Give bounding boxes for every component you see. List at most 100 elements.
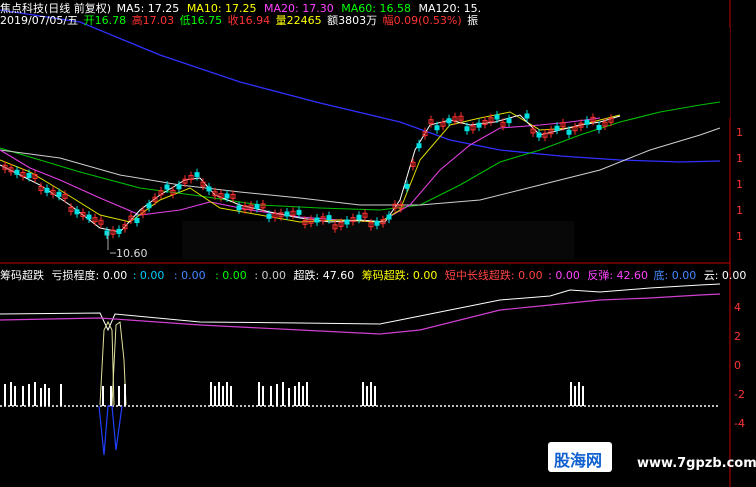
histogram-bar xyxy=(4,384,6,406)
histogram-bar xyxy=(302,386,304,406)
histogram-bar xyxy=(230,386,232,406)
histogram-bar xyxy=(282,382,284,406)
candle xyxy=(296,209,302,215)
candle xyxy=(14,169,20,175)
candle xyxy=(326,215,332,221)
candle xyxy=(386,214,392,220)
candle xyxy=(446,118,452,124)
axis-label: 4 xyxy=(734,301,741,314)
candle xyxy=(524,113,530,119)
quote-low: 低16.75 xyxy=(179,14,223,27)
watermark-url: www.7gpzb.com xyxy=(637,456,756,471)
candle xyxy=(176,184,182,190)
candle xyxy=(374,220,380,226)
sub-magenta-line xyxy=(0,293,721,335)
indicator-di: 底: 0.00 xyxy=(653,269,697,282)
histogram-bar xyxy=(48,388,50,406)
histogram-bar xyxy=(574,386,576,406)
histogram-bar xyxy=(362,382,364,406)
histogram-bar xyxy=(294,386,296,406)
indicator-yun: 云: 0.00 xyxy=(703,269,747,282)
quote-close: 收16.94 xyxy=(227,14,271,27)
histogram-bar xyxy=(40,388,42,406)
sub-axis-labels: 4 2 0 -2 -4 xyxy=(734,293,745,438)
axis-label: 2 xyxy=(734,330,741,343)
histogram-bar xyxy=(298,382,300,406)
ma5-line xyxy=(0,114,621,233)
quote-amount: 额3803万 xyxy=(327,14,378,27)
histogram-bar xyxy=(10,382,12,406)
candle xyxy=(404,183,410,189)
histogram-bar xyxy=(28,384,30,406)
axis-label: 1 xyxy=(736,126,743,139)
histogram-bar xyxy=(34,382,36,406)
indicator-v2: : 0.00 xyxy=(173,269,206,282)
quote-change: 幅0.09(0.53%) xyxy=(382,14,462,27)
candle xyxy=(536,132,542,138)
candle xyxy=(56,191,62,197)
low-price-label: 10.60 xyxy=(116,247,148,260)
main-axis-labels: 1 1 1 1 1 xyxy=(736,120,743,250)
indicator-dzcx: 短中长线超跌: 0.00 xyxy=(444,269,543,282)
candle xyxy=(236,205,242,211)
candle xyxy=(44,187,50,193)
candle xyxy=(74,209,80,215)
quote-date: 2019/07/05/五 xyxy=(0,14,79,27)
axis-label: 1 xyxy=(736,204,743,217)
candle xyxy=(356,214,362,220)
mask-bottom xyxy=(182,221,574,259)
candle xyxy=(344,219,350,225)
histogram-bar xyxy=(44,384,46,406)
candle xyxy=(284,211,290,217)
histogram-bar xyxy=(14,386,16,406)
histogram-bar xyxy=(370,382,372,406)
candle xyxy=(134,218,140,223)
candle xyxy=(494,114,500,120)
histogram-bar xyxy=(258,382,260,406)
indicator-fantan: 反弹: 42.60 xyxy=(587,269,649,282)
candle xyxy=(26,173,32,178)
histogram-bar xyxy=(270,386,272,406)
header-line-2: 2019/07/05/五 开16.78 高17.03 低16.75 收16.94… xyxy=(0,12,478,28)
mask-top-right xyxy=(428,28,730,118)
histogram-bars xyxy=(4,382,584,406)
axis-label: -4 xyxy=(734,417,745,430)
histogram-bar xyxy=(102,386,104,406)
indicator-v4: : 0.00 xyxy=(254,269,287,282)
indicator-name: 筹码超跌 xyxy=(0,269,44,282)
axis-label: 1 xyxy=(736,230,743,243)
histogram-bar xyxy=(210,382,212,406)
candle xyxy=(266,213,272,219)
candle xyxy=(596,124,602,130)
axis-label: 0 xyxy=(734,359,741,372)
histogram-bar xyxy=(218,382,220,406)
histogram-bar xyxy=(578,382,580,406)
watermark-logo-text: 股海网 xyxy=(554,451,603,470)
candle xyxy=(416,143,422,149)
histogram-bar xyxy=(262,386,264,406)
histogram-bar xyxy=(222,386,224,406)
candle xyxy=(554,125,560,131)
candle xyxy=(86,214,92,220)
candle xyxy=(584,119,590,125)
histogram-bar xyxy=(22,386,24,406)
indicator-loss: 亏损程度: 0.00 xyxy=(51,269,128,282)
histogram-bar xyxy=(118,386,120,406)
quote-high: 高17.03 xyxy=(131,14,175,27)
candle xyxy=(116,228,122,234)
axis-label: -2 xyxy=(734,388,745,401)
watermark-logo: 股海网 xyxy=(548,442,612,472)
indicator-v5: : 0.00 xyxy=(548,269,580,282)
candle xyxy=(464,126,470,132)
indicator-v1: : 0.00 xyxy=(132,269,165,282)
quote-volume: 量22465 xyxy=(275,14,322,27)
histogram-bar xyxy=(276,384,278,406)
ma-white-long xyxy=(0,127,721,206)
candle xyxy=(506,118,512,124)
histogram-bar xyxy=(226,382,228,406)
quote-open: 开16.78 xyxy=(83,14,127,27)
chart-canvas xyxy=(0,0,731,487)
axis-label: 1 xyxy=(736,178,743,191)
indicator-chaodie: 超跌: 47.60 xyxy=(293,269,355,282)
indicator-header: 筹码超跌 亏损程度: 0.00 : 0.00 : 0.00 : 0.00 : 0… xyxy=(0,267,746,283)
